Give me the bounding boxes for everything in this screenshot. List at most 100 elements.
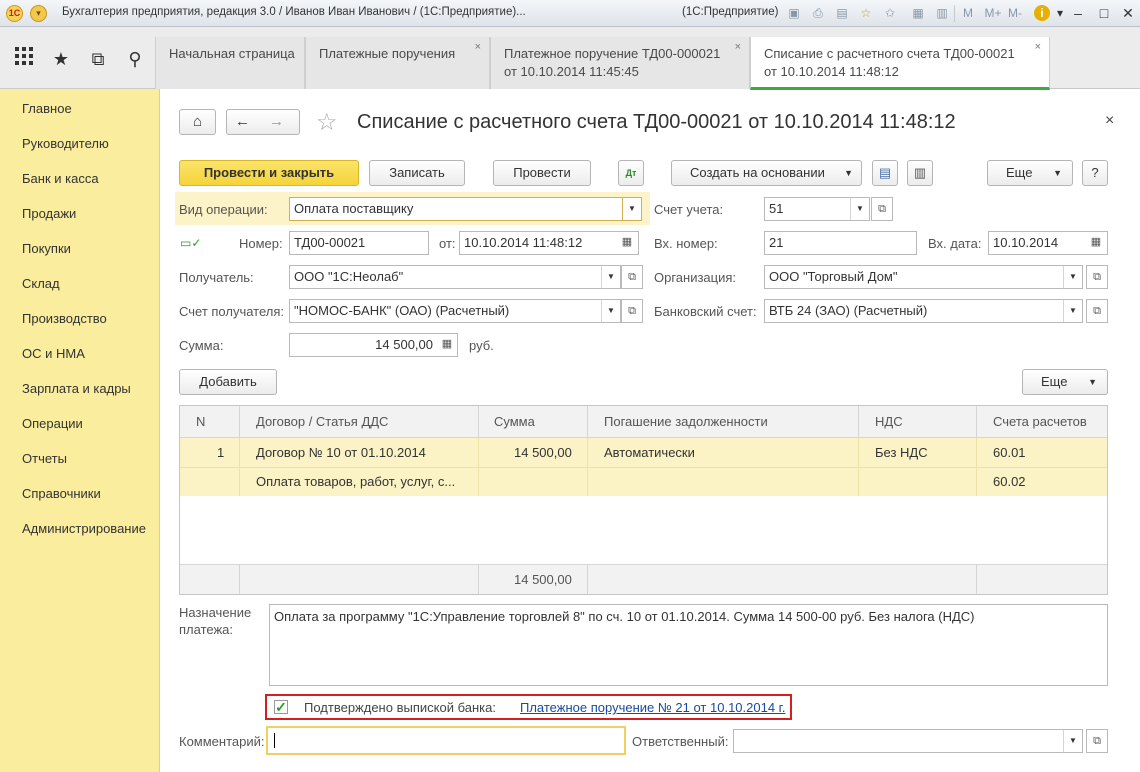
minimize-button[interactable]: – <box>1068 4 1088 22</box>
col-divider <box>478 438 479 496</box>
payment-table: N Договор / Статья ДДС Сумма Погашение з… <box>179 405 1108 595</box>
calendar-icon[interactable]: ▦ <box>910 5 926 21</box>
sidebar-item-warehouse[interactable]: Склад <box>22 276 60 291</box>
favorite-star-icon[interactable]: ☆ <box>316 108 338 137</box>
close-window-button[interactable]: ✕ <box>1118 4 1138 22</box>
col-contract[interactable]: Договор / Статья ДДС <box>256 414 388 429</box>
history-icon[interactable]: ⧉ <box>86 47 110 71</box>
responsible-dropdown-icon[interactable]: ▼ <box>1063 729 1083 753</box>
recipient-label: Получатель: <box>179 270 254 285</box>
org-field[interactable]: ООО "Торговый Дом" <box>764 265 1064 289</box>
chevron-down-icon: ▼ <box>844 168 853 178</box>
sidebar-item-sales[interactable]: Продажи <box>22 206 76 221</box>
memory-mplus-button[interactable]: M+ <box>982 5 1004 21</box>
col-vat[interactable]: НДС <box>875 414 903 429</box>
main-menu-icon[interactable]: ▾ <box>30 5 47 22</box>
account-field[interactable]: 51 <box>764 197 851 221</box>
favorites-icon[interactable]: ☆ <box>858 5 874 21</box>
account-dropdown-icon[interactable]: ▼ <box>850 197 870 221</box>
sidebar-item-salary[interactable]: Зарплата и кадры <box>22 381 131 396</box>
recipient-account-field[interactable]: "НОМОС-БАНК" (ОАО) (Расчетный) <box>289 299 602 323</box>
sidebar-item-main[interactable]: Главное <box>22 101 72 116</box>
recipient-open-icon[interactable]: ⧉ <box>621 265 643 289</box>
responsible-field[interactable] <box>733 729 1064 753</box>
col-accounts[interactable]: Счета расчетов <box>993 414 1087 429</box>
col-n[interactable]: N <box>196 414 205 429</box>
calendar-icon[interactable]: ▦ <box>617 231 637 255</box>
tab-payment-orders[interactable]: Платежные поручения × <box>305 37 490 89</box>
tab-payment-order-doc[interactable]: Платежное поручение ТД00-000021 от 10.10… <box>490 37 750 89</box>
info-dropdown-icon[interactable]: ▾ <box>1052 5 1068 21</box>
add-row-button[interactable]: Добавить <box>179 369 277 395</box>
sidebar-item-purchases[interactable]: Покупки <box>22 241 71 256</box>
create-based-button[interactable]: Создать на основании ▼ <box>671 160 862 186</box>
bank-confirmed-checkbox[interactable]: ✓ <box>274 700 288 714</box>
favorites-star-icon[interactable]: ★ <box>49 47 73 71</box>
bank-account-field[interactable]: ВТБ 24 (ЗАО) (Расчетный) <box>764 299 1064 323</box>
link-icon[interactable]: ✩ <box>882 5 898 21</box>
recipient-field[interactable]: ООО "1С:Неолаб" <box>289 265 602 289</box>
org-open-icon[interactable]: ⧉ <box>1086 265 1108 289</box>
comment-input[interactable] <box>266 726 626 755</box>
save-icon[interactable]: ▣ <box>786 5 802 21</box>
in-number-field[interactable]: 21 <box>764 231 917 255</box>
memory-mminus-button[interactable]: M- <box>1006 5 1024 21</box>
col-sum[interactable]: Сумма <box>494 414 535 429</box>
calculator-icon[interactable]: ▥ <box>934 5 950 21</box>
report-icon[interactable]: ▥ <box>907 160 933 186</box>
sidebar-item-reports[interactable]: Отчеты <box>22 451 67 466</box>
info-icon[interactable]: i <box>1034 5 1050 21</box>
account-open-icon[interactable]: ⧉ <box>871 197 893 221</box>
recipient-account-open-icon[interactable]: ⧉ <box>621 299 643 323</box>
sidebar-item-directories[interactable]: Справочники <box>22 486 101 501</box>
calendar-icon[interactable]: ▦ <box>1086 231 1106 255</box>
recipient-dropdown-icon[interactable]: ▼ <box>601 265 621 289</box>
responsible-open-icon[interactable]: ⧉ <box>1086 729 1108 753</box>
date-field[interactable]: 10.10.2014 11:48:12 <box>459 231 639 255</box>
home-button[interactable]: ⌂ <box>179 109 216 135</box>
tab-home[interactable]: Начальная страница <box>155 37 305 89</box>
sidebar-item-fixed-assets[interactable]: ОС и НМА <box>22 346 85 361</box>
bank-account-dropdown-icon[interactable]: ▼ <box>1063 299 1083 323</box>
bank-account-open-icon[interactable]: ⧉ <box>1086 299 1108 323</box>
back-arrow-icon[interactable]: ← <box>235 110 250 134</box>
number-field[interactable]: ТД00-00021 <box>289 231 429 255</box>
post-and-close-button[interactable]: Провести и закрыть <box>179 160 359 186</box>
memory-m-button[interactable]: M <box>960 5 976 21</box>
help-button[interactable]: ? <box>1082 160 1108 186</box>
post-button[interactable]: Провести <box>493 160 591 186</box>
purpose-textarea[interactable]: Оплата за программу "1С:Управление торго… <box>269 604 1108 686</box>
sidebar-item-operations[interactable]: Операции <box>22 416 83 431</box>
document-print-icon[interactable]: ▤ <box>872 160 898 186</box>
close-tab-icon[interactable]: × <box>475 41 481 53</box>
sidebar-item-bank[interactable]: Банк и касса <box>22 171 99 186</box>
close-tab-icon[interactable]: × <box>1035 41 1041 53</box>
maximize-button[interactable]: □ <box>1094 4 1114 22</box>
sidebar-item-admin[interactable]: Администрирование <box>22 521 146 536</box>
op-type-field[interactable]: Оплата поставщику <box>289 197 623 221</box>
table-more-button[interactable]: Еще ▼ <box>1022 369 1108 395</box>
more-button[interactable]: Еще ▼ <box>987 160 1073 186</box>
col-repayment[interactable]: Погашение задолженности <box>604 414 768 429</box>
apps-grid-icon[interactable] <box>12 47 36 71</box>
preview-icon[interactable]: ▤ <box>834 5 850 21</box>
search-icon[interactable]: ⚲ <box>123 47 147 71</box>
save-button[interactable]: Записать <box>369 160 465 186</box>
forward-arrow-icon[interactable]: → <box>269 110 284 134</box>
org-dropdown-icon[interactable]: ▼ <box>1063 265 1083 289</box>
statement-link[interactable]: Платежное поручение № 21 от 10.10.2014 г… <box>520 700 785 715</box>
calculator-icon[interactable]: ▦ <box>437 333 457 357</box>
sum-field[interactable]: 14 500,00 <box>289 333 458 357</box>
close-tab-icon[interactable]: × <box>735 41 741 53</box>
print-icon[interactable]: ⎙ <box>810 5 826 21</box>
table-row[interactable]: 1 Договор № 10 от 01.10.2014 Оплата това… <box>180 438 1107 496</box>
sidebar-item-director[interactable]: Руководителю <box>22 136 109 151</box>
create-based-label: Создать на основании <box>690 165 825 180</box>
sidebar-item-production[interactable]: Производство <box>22 311 107 326</box>
tab-writeoff-doc[interactable]: Списание с расчетного счета ТД00-00021 о… <box>750 37 1050 90</box>
dt-kt-icon[interactable]: Дт <box>618 160 644 186</box>
tab-label-line2: от 10.10.2014 11:45:45 <box>504 64 639 79</box>
close-form-icon[interactable]: × <box>1105 112 1114 130</box>
recipient-account-dropdown-icon[interactable]: ▼ <box>601 299 621 323</box>
op-type-dropdown-icon[interactable]: ▼ <box>622 197 642 221</box>
